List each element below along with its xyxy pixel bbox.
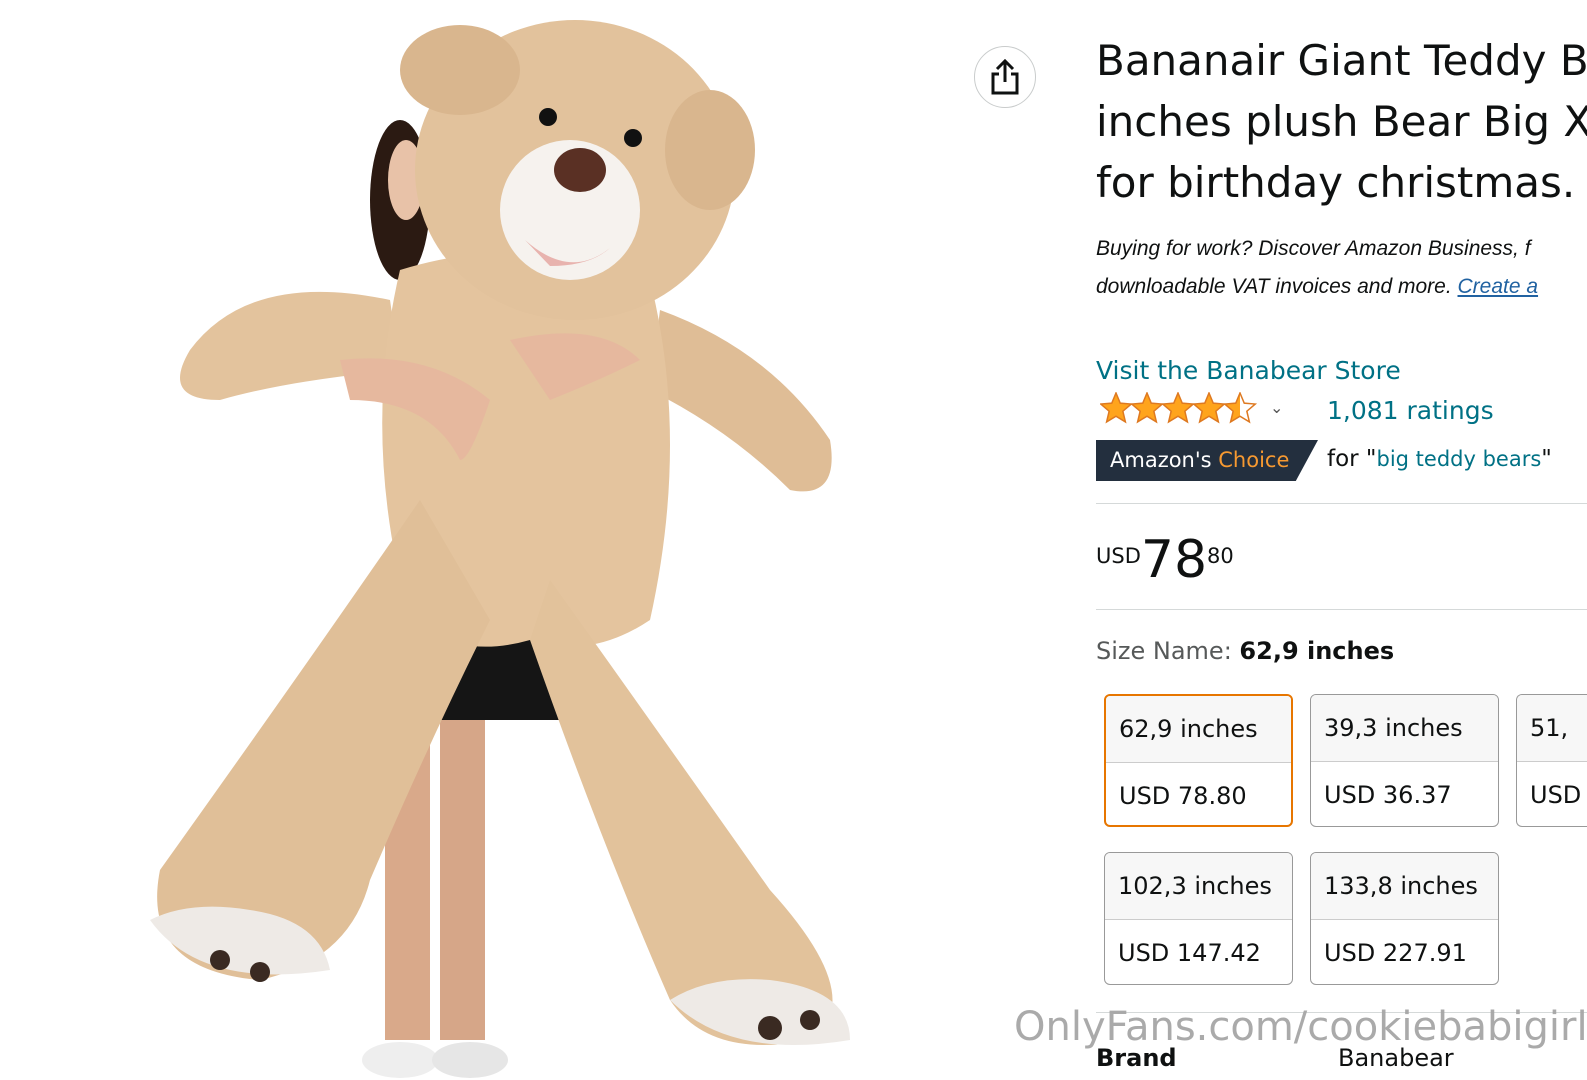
badge-prefix: Amazon's xyxy=(1110,448,1219,472)
amazons-choice-badge: Amazon's Choice xyxy=(1096,440,1318,481)
size-name-label: Size Name: 62,9 inches xyxy=(1096,637,1394,665)
price-fraction: 80 xyxy=(1207,544,1234,568)
visit-store-link[interactable]: Visit the Banabear Store xyxy=(1096,356,1401,385)
size-label-text: Size Name: xyxy=(1096,637,1240,665)
price-whole: 78 xyxy=(1140,530,1208,590)
create-account-link[interactable]: Create a xyxy=(1458,275,1539,298)
share-button[interactable] xyxy=(974,46,1036,108)
business-line-1: Buying for work? Discover Amazon Busines… xyxy=(1096,237,1531,260)
star-rating-icon[interactable] xyxy=(1100,392,1260,426)
size-selected-value: 62,9 inches xyxy=(1239,637,1395,665)
price: USD7880 xyxy=(1096,530,1234,590)
size-option-price: USD 36.37 xyxy=(1324,781,1452,809)
title-line-1: Bananair Giant Teddy B xyxy=(1096,36,1587,85)
title-line-3: for birthday christmas. xyxy=(1096,158,1576,207)
divider xyxy=(1096,609,1587,610)
star-icon xyxy=(1191,392,1227,424)
star-icon xyxy=(1160,392,1196,424)
size-option-name: 39,3 inches xyxy=(1311,695,1498,762)
size-option-102-3[interactable]: 102,3 inches USD 147.42 xyxy=(1104,852,1293,985)
title-line-2: inches plush Bear Big X xyxy=(1096,97,1587,146)
size-option-name: 102,3 inches xyxy=(1105,853,1292,920)
business-line-2-text: downloadable VAT invoices and more. xyxy=(1096,275,1458,298)
size-option-51[interactable]: 51, USD xyxy=(1516,694,1587,827)
star-icon xyxy=(1222,392,1258,424)
choice-for-text: for " xyxy=(1327,446,1377,472)
business-promo: Buying for work? Discover Amazon Busines… xyxy=(1096,230,1587,306)
size-option-62-9[interactable]: 62,9 inches USD 78.80 xyxy=(1104,694,1293,827)
share-icon xyxy=(991,58,1019,95)
star-icon xyxy=(1100,392,1134,424)
chevron-down-icon[interactable]: ⌄ xyxy=(1270,398,1283,418)
ratings-count-link[interactable]: 1,081 ratings xyxy=(1327,396,1494,425)
divider xyxy=(1096,503,1587,504)
size-option-133-8[interactable]: 133,8 inches USD 227.91 xyxy=(1310,852,1499,985)
choice-keyword: for "big teddy bears" xyxy=(1327,446,1552,472)
size-option-price: USD 78.80 xyxy=(1119,782,1247,810)
business-line-2: downloadable VAT invoices and more. Crea… xyxy=(1096,268,1587,306)
watermark-text: OnlyFans.com/cookiebabigirl xyxy=(1014,1004,1587,1050)
size-option-price: USD 147.42 xyxy=(1118,939,1261,967)
size-option-name: 51, xyxy=(1517,695,1587,762)
price-currency: USD xyxy=(1096,544,1141,568)
size-option-price: USD xyxy=(1530,781,1582,809)
choice-close-quote: " xyxy=(1541,446,1552,472)
size-option-39-3[interactable]: 39,3 inches USD 36.37 xyxy=(1310,694,1499,827)
badge-highlight: Choice xyxy=(1218,448,1290,472)
choice-keyword-link[interactable]: big teddy bears xyxy=(1377,447,1542,471)
product-image[interactable] xyxy=(130,20,890,1080)
product-title: Bananair Giant Teddy B inches plush Bear… xyxy=(1096,30,1587,213)
size-option-name: 133,8 inches xyxy=(1311,853,1498,920)
size-option-name: 62,9 inches xyxy=(1106,696,1291,763)
star-icon xyxy=(1129,392,1165,424)
size-option-price: USD 227.91 xyxy=(1324,939,1467,967)
